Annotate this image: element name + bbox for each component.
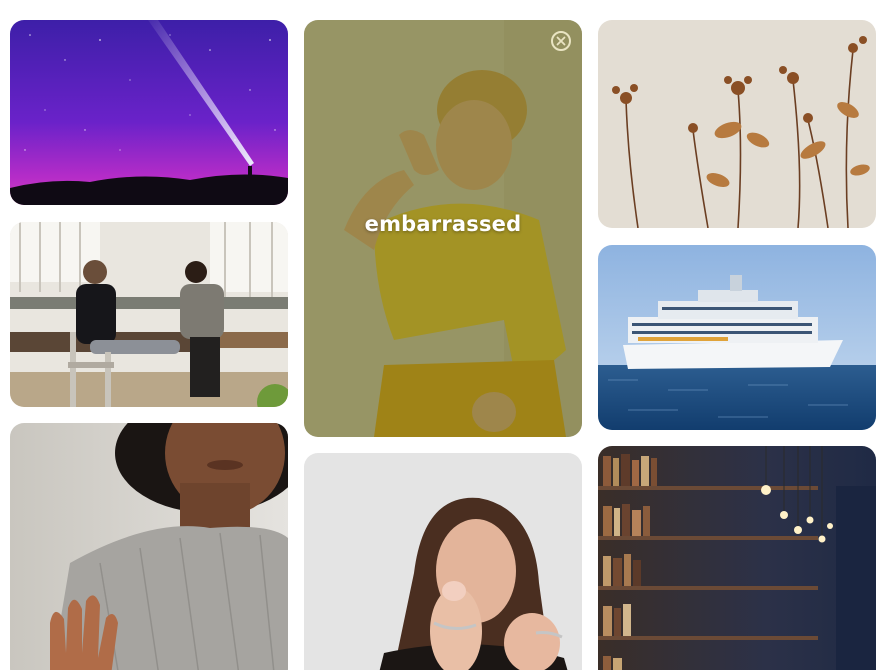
- image-gallery-grid: embarrassed: [0, 0, 885, 670]
- woman-stop-hand-photo: [10, 423, 288, 670]
- image-hover-overlay: embarrassed: [304, 20, 582, 437]
- close-x-glyph: [556, 36, 566, 46]
- woman-pointing-photo: [304, 453, 582, 670]
- library-bookshelves-photo: [598, 446, 876, 670]
- image-tile-library[interactable]: [598, 446, 876, 670]
- image-tile-woman-stop-hand[interactable]: [10, 423, 288, 670]
- image-tile-night-sky[interactable]: [10, 20, 288, 205]
- image-tile-dried-flowers[interactable]: [598, 20, 876, 228]
- image-tile-office-meeting[interactable]: [10, 222, 288, 407]
- cruise-ship-photo: [598, 245, 876, 430]
- image-tile-embarrassed[interactable]: embarrassed: [304, 20, 582, 437]
- dried-flowers-photo: [598, 20, 876, 228]
- night-sky-flashlight-photo: [10, 20, 288, 205]
- image-tile-woman-pointing[interactable]: [304, 453, 582, 670]
- close-icon[interactable]: [551, 31, 571, 51]
- image-caption: embarrassed: [364, 211, 522, 236]
- office-meeting-photo: [10, 222, 288, 407]
- image-tile-cruise-ship[interactable]: [598, 245, 876, 430]
